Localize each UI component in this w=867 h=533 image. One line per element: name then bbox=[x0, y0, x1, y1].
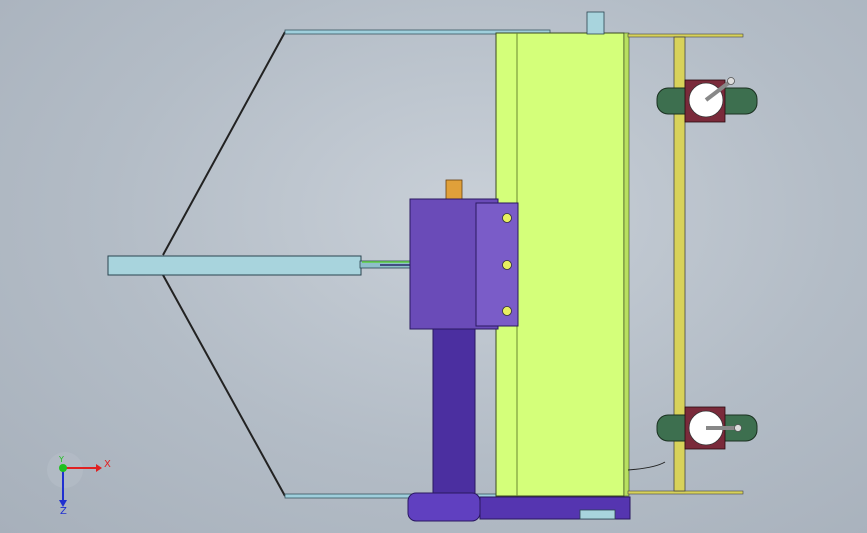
pto-shaft[interactable] bbox=[107, 255, 430, 276]
frame-side-plate bbox=[623, 32, 630, 497]
flange-bolt-top bbox=[502, 213, 512, 223]
model-scene[interactable] bbox=[0, 0, 867, 533]
axis-triad bbox=[47, 452, 102, 507]
lift-cylinder-base bbox=[407, 492, 481, 522]
x-axis-label: X bbox=[104, 459, 111, 470]
flange-bolt-middle bbox=[502, 260, 512, 270]
axle-bottom-rail bbox=[627, 490, 744, 495]
wheel-lower[interactable] bbox=[656, 406, 758, 450]
input-stub bbox=[445, 179, 463, 201]
wheel-upper[interactable] bbox=[656, 77, 758, 123]
top-shaft-stub bbox=[586, 11, 605, 35]
axle-top-rail bbox=[627, 33, 744, 38]
hitch-upper-link bbox=[162, 31, 286, 256]
y-axis-label: Y bbox=[59, 455, 64, 464]
hitch-lower-link bbox=[162, 274, 286, 497]
y-axis-dot bbox=[59, 464, 67, 472]
lift-cylinder-body bbox=[432, 324, 476, 496]
wheel-upper-pin-head bbox=[727, 77, 735, 85]
z-axis-label: Z bbox=[60, 506, 67, 517]
lower-shaft-stub bbox=[579, 509, 616, 520]
wheel-lower-pin-head bbox=[734, 424, 742, 432]
x-axis-arrowhead bbox=[96, 464, 102, 472]
cable bbox=[627, 461, 666, 471]
cad-viewport[interactable]: X Y Z bbox=[0, 0, 867, 533]
pto-shaft-tube bbox=[107, 255, 362, 276]
flange-bolt-bottom bbox=[502, 306, 512, 316]
